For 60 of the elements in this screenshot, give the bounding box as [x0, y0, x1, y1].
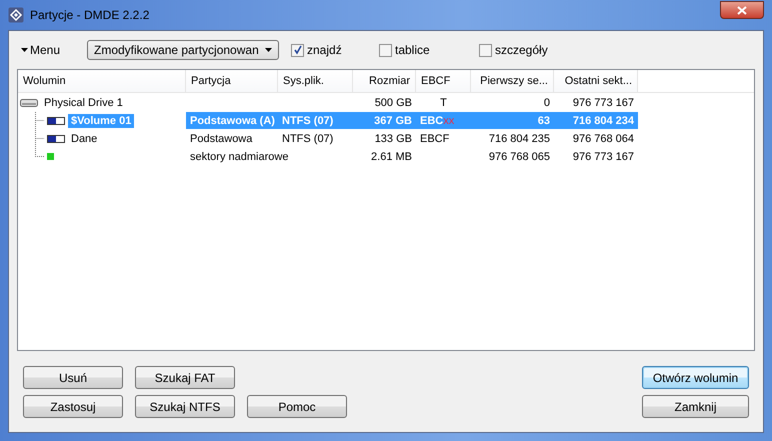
drive-icon — [20, 98, 38, 108]
column-header[interactable]: Wolumin — [18, 70, 186, 92]
action-button[interactable]: Pomoc — [247, 395, 347, 418]
mode-dropdown[interactable]: Zmodyfikowane partycjonowan — [87, 40, 279, 60]
table-cell: T — [440, 96, 447, 108]
close-button[interactable] — [720, 1, 764, 19]
checkbox-label: znajdź — [307, 43, 342, 57]
column-header[interactable]: Sys.plik. — [278, 70, 353, 92]
table-cell: 976 773 167 — [572, 150, 634, 162]
checkbox[interactable] — [379, 44, 392, 56]
table-cell: sektory nadmiarowe — [190, 150, 288, 162]
table-cell: 133 GB — [374, 132, 412, 144]
app-icon — [8, 7, 24, 23]
checkbox-label: szczegóły — [495, 43, 548, 57]
flag-label: xx — [443, 114, 454, 126]
column-header[interactable]: Rozmiar — [353, 70, 416, 92]
volume-icon — [47, 116, 65, 126]
table-cell: Podstawowa (A) — [190, 114, 275, 126]
table-cell: 0 — [544, 96, 550, 108]
table-cell: Podstawowa — [190, 132, 252, 144]
table-cell: 716 804 235 — [488, 132, 550, 144]
volume-name: Physical Drive 1 — [43, 96, 124, 110]
window-title: Partycje - DMDE 2.2.2 — [30, 8, 150, 22]
table-cell: 63 — [538, 114, 550, 126]
caret-icon — [21, 48, 28, 52]
volume-name: $Volume 01 — [68, 114, 134, 128]
table-cell: 976 768 064 — [572, 132, 634, 144]
column-header[interactable]: Ostatni sekt... — [554, 70, 638, 92]
action-button[interactable]: Zastosuj — [23, 395, 123, 418]
table-cell: 716 804 234 — [572, 114, 634, 126]
table-cell: NTFS (07) — [282, 132, 334, 144]
table-cell: EBCF — [420, 132, 450, 144]
tree-line-icon — [34, 112, 44, 129]
table-row[interactable]: Dane Podstawowa NTFS (07) 133 GB EBCF 716 804 235 976 768 064 — [18, 130, 754, 147]
column-header[interactable]: Partycja — [186, 70, 278, 92]
caret-icon — [265, 48, 272, 52]
table-cell: 367 GB — [374, 114, 412, 126]
action-button[interactable]: Usuń — [23, 366, 123, 389]
checkbox[interactable] — [291, 44, 304, 56]
action-button[interactable]: Zamknij — [642, 395, 749, 418]
table-cell: EBC — [420, 114, 444, 126]
close-icon — [737, 6, 747, 14]
free-space-icon — [47, 153, 54, 160]
menu-button[interactable]: Menu — [17, 43, 87, 57]
table-row[interactable]: sektory nadmiarowe 2.61 MB 976 768 065 976 773 167 — [18, 148, 754, 165]
table-cell: 976 773 167 — [572, 96, 634, 108]
table-row[interactable]: Physical Drive 1 500 GB T 0 976 773 167 — [18, 94, 754, 111]
table-cell: 500 GB — [374, 96, 412, 108]
checkbox[interactable] — [479, 44, 492, 56]
column-header[interactable]: Pierwszy se... — [471, 70, 554, 92]
table-cell: 2.61 MB — [371, 150, 412, 162]
volume-icon — [47, 134, 65, 144]
action-button[interactable]: Szukaj FAT — [135, 366, 235, 389]
column-header[interactable]: EBCF — [416, 70, 471, 92]
action-button[interactable]: Szukaj NTFS — [135, 395, 235, 418]
action-button[interactable]: Otwórz wolumin — [642, 366, 749, 389]
volume-name: Dane — [70, 132, 98, 146]
checkbox-label: tablice — [395, 43, 430, 57]
table-cell: NTFS (07) — [282, 114, 334, 126]
table-cell: 976 768 065 — [488, 150, 550, 162]
